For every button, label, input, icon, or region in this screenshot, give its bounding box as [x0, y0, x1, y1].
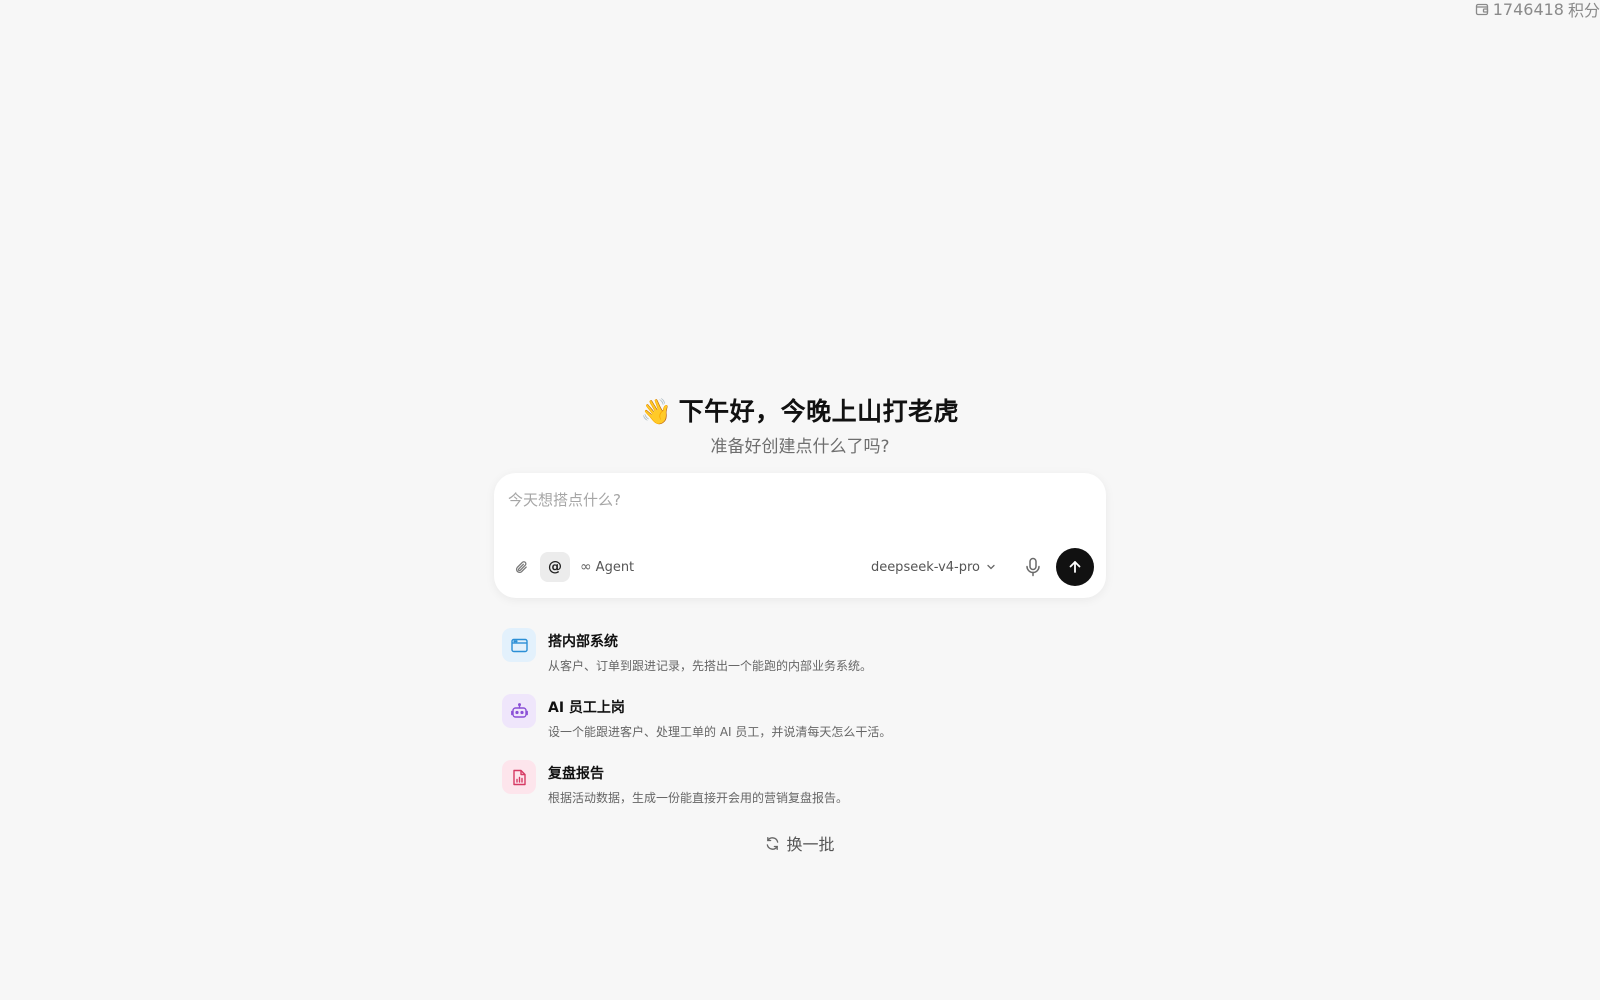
suggestion-list: 搭内部系统 从客户、订单到跟进记录，先搭出一个能跑的内部业务系统。 AI 员工上…	[502, 628, 1102, 826]
arrow-up-icon	[1069, 561, 1081, 573]
paperclip-icon	[515, 560, 527, 573]
suggestion-title: AI 员工上岗	[548, 700, 625, 716]
refresh-icon	[767, 836, 779, 850]
attach-button[interactable]	[506, 552, 536, 582]
suggestion-title: 搭内部系统	[548, 634, 618, 650]
agent-mode-button[interactable]: ∞ Agent	[580, 559, 634, 575]
microphone-icon	[1026, 557, 1040, 577]
suggestion-title: 复盘报告	[548, 766, 604, 782]
page-subtitle: 准备好创建点什么了吗?	[710, 437, 890, 457]
browser-window-icon	[510, 638, 528, 652]
model-name: deepseek-v4-pro	[870, 559, 980, 575]
agent-label: Agent	[595, 559, 635, 575]
refresh-suggestions-button[interactable]: 换一批	[765, 831, 835, 855]
infinity-icon: ∞	[580, 559, 592, 575]
suggestion-item[interactable]: 搭内部系统 从客户、订单到跟进记录，先搭出一个能跑的内部业务系统。	[502, 628, 1102, 694]
page-title: 👋 下午好，今晚上山打老虎	[0, 392, 1600, 428]
refresh-row: 换一批	[0, 831, 1600, 855]
chevron-down-icon	[987, 564, 995, 570]
prompt-input[interactable]	[506, 487, 1090, 531]
suggestion-icon-box	[502, 628, 536, 662]
main-content: 👋下午好，今晚上山打老虎 准备好创建点什么了吗? @ ∞ Agent deeps…	[0, 0, 1600, 1000]
refresh-label: 换一批	[786, 835, 835, 854]
suggestion-icon-box	[502, 760, 536, 794]
prompt-composer: @ ∞ Agent deepseek-v4-pro	[494, 473, 1106, 598]
suggestion-description: 设一个能跟进客户、处理工单的 AI 员工，并说清每天怎么干活。	[548, 725, 892, 739]
composer-toolbar: @ ∞ Agent deepseek-v4-pro	[506, 548, 1094, 586]
model-selector[interactable]: deepseek-v4-pro	[871, 560, 996, 575]
suggestion-icon-box	[502, 694, 536, 728]
suggestion-item[interactable]: AI 员工上岗 设一个能跟进客户、处理工单的 AI 员工，并说清每天怎么干活。	[502, 694, 1102, 760]
send-button[interactable]	[1056, 548, 1094, 586]
mention-button[interactable]: @	[540, 552, 570, 582]
report-file-icon	[512, 769, 526, 785]
greeting-text: 下午好，今晚上山打老虎	[678, 397, 960, 426]
wave-icon: 👋	[640, 397, 673, 426]
suggestion-description: 从客户、订单到跟进记录，先搭出一个能跑的内部业务系统。	[548, 659, 873, 673]
at-icon: @	[548, 559, 562, 575]
voice-input-button[interactable]	[1018, 552, 1048, 582]
suggestion-description: 根据活动数据，生成一份能直接开会用的营销复盘报告。	[548, 791, 849, 805]
suggestion-item[interactable]: 复盘报告 根据活动数据，生成一份能直接开会用的营销复盘报告。	[502, 760, 1102, 826]
robot-icon	[510, 703, 528, 718]
